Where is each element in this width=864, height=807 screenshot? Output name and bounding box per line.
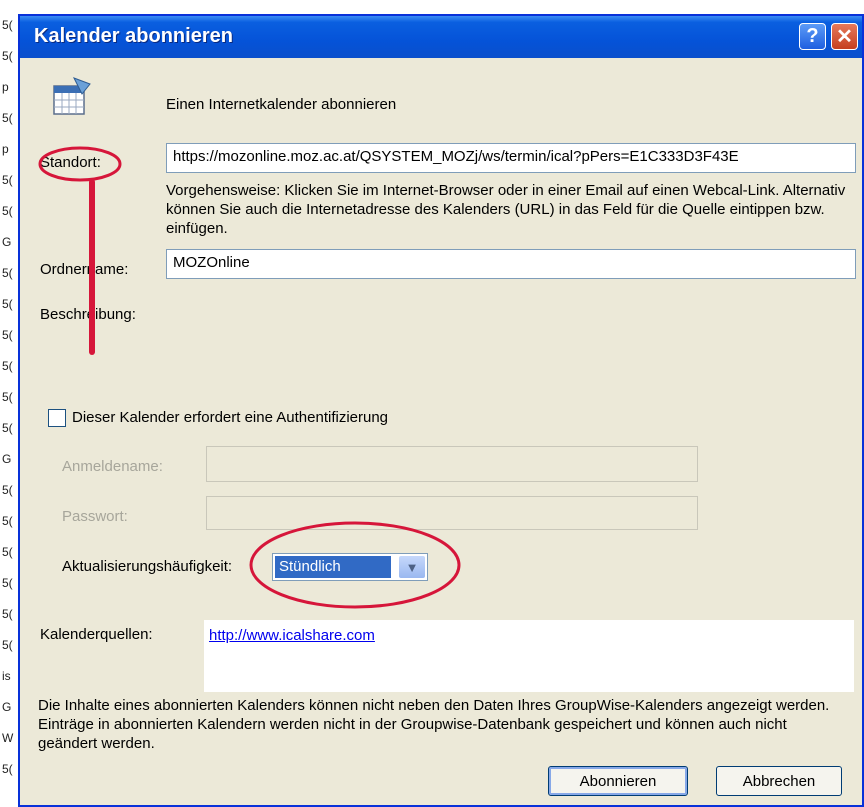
- chevron-down-icon[interactable]: ▼: [399, 556, 425, 578]
- background-list-item: 5(: [2, 173, 13, 187]
- background-list-item: 5(: [2, 266, 13, 280]
- background-list-item: 5(: [2, 328, 13, 342]
- background-list-item: p: [2, 80, 9, 94]
- sources-label: Kalenderquellen:: [40, 626, 153, 643]
- help-button[interactable]: ?: [799, 23, 826, 50]
- username-input[interactable]: [206, 446, 698, 482]
- background-list-item: 5(: [2, 638, 13, 652]
- username-label: Anmeldename:: [62, 458, 163, 475]
- background-list-item: 5(: [2, 576, 13, 590]
- background-list-item: 5(: [2, 421, 13, 435]
- dialog-window: Kalender abonnieren ? ✕ Einen Internetka…: [18, 14, 864, 807]
- sources-link[interactable]: http://www.icalshare.com: [209, 627, 375, 644]
- background-list-item: 5(: [2, 762, 13, 776]
- frequency-value: Stündlich: [275, 556, 391, 578]
- location-label: Standort:: [40, 154, 101, 171]
- background-list-item: 5(: [2, 359, 13, 373]
- background-list-item: 5(: [2, 390, 13, 404]
- calendar-subscribe-icon: [53, 77, 91, 115]
- background-list-item: 5(: [2, 49, 13, 63]
- background-list-item: is: [2, 669, 11, 683]
- background-list-item: 5(: [2, 204, 13, 218]
- background-list-item: 5(: [2, 18, 13, 32]
- footer-note: Die Inhalte eines abonnierten Kalenders …: [38, 697, 830, 752]
- title-bar[interactable]: Kalender abonnieren ? ✕: [20, 16, 862, 58]
- background-list-item: G: [2, 700, 12, 714]
- instructions-text: Vorgehensweise: Klicken Sie im Internet-…: [166, 182, 846, 237]
- background-list-item: p: [2, 142, 9, 156]
- auth-checkbox[interactable]: [48, 409, 66, 427]
- dialog-title: Kalender abonnieren: [34, 25, 233, 47]
- description-label: Beschreibung:: [40, 306, 136, 323]
- cancel-button[interactable]: Abbrechen: [716, 766, 842, 796]
- folder-label: Ordnername:: [40, 261, 129, 278]
- location-input[interactable]: https://mozonline.moz.ac.at/QSYSTEM_MOZj…: [166, 143, 856, 173]
- background-list-item: W: [2, 731, 14, 745]
- background-list-item: 5(: [2, 607, 13, 621]
- background-list-item: 5(: [2, 483, 13, 497]
- frequency-select[interactable]: Stündlich ▼: [272, 553, 428, 581]
- frequency-label: Aktualisierungshäufigkeit:: [62, 558, 233, 575]
- background-list-item: 5(: [2, 514, 13, 528]
- background-list-item: G: [2, 235, 12, 249]
- background-list-item: 5(: [2, 111, 13, 125]
- background-list-item: 5(: [2, 545, 13, 559]
- password-input[interactable]: [206, 496, 698, 530]
- background-list-item: G: [2, 452, 12, 466]
- close-button[interactable]: ✕: [831, 23, 858, 50]
- password-label: Passwort:: [62, 508, 128, 525]
- header-text: Einen Internetkalender abonnieren: [166, 96, 397, 113]
- subscribe-button[interactable]: Abonnieren: [548, 766, 688, 796]
- background-list-item: 5(: [2, 297, 13, 311]
- sources-box: http://www.icalshare.com: [204, 620, 854, 692]
- folder-input[interactable]: MOZOnline: [166, 249, 856, 279]
- auth-checkbox-label[interactable]: Dieser Kalender erfordert eine Authentif…: [72, 409, 388, 426]
